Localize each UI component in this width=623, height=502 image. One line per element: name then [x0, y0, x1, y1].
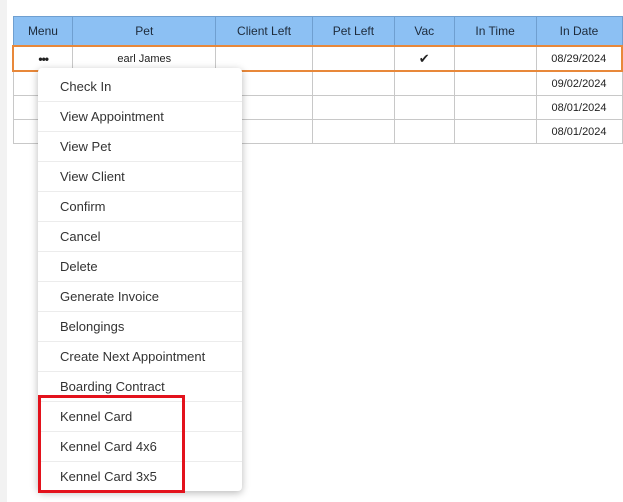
pet-left-cell [311, 70, 395, 96]
vac-cell [393, 95, 455, 120]
checkmark-icon: ✔ [418, 50, 430, 66]
col-header-in-date[interactable]: In Date [535, 16, 623, 47]
menu-item-view-appointment[interactable]: View Appointment [38, 102, 242, 132]
vac-cell [393, 119, 455, 144]
in-time-cell [453, 70, 537, 96]
pet-left-cell [311, 119, 395, 144]
col-header-pet-left[interactable]: Pet Left [311, 16, 395, 47]
row-context-menu: Check In View Appointment View Pet View … [38, 68, 242, 491]
col-header-client-left[interactable]: Client Left [215, 16, 313, 47]
menu-item-boarding-contract[interactable]: Boarding Contract [38, 372, 242, 402]
menu-item-kennel-card[interactable]: Kennel Card [38, 402, 242, 432]
col-header-pet[interactable]: Pet [72, 16, 217, 47]
grid-header-row: Menu Pet Client Left Pet Left Vac In Tim… [12, 16, 623, 47]
vac-cell: ✔ [393, 45, 455, 72]
menu-item-cancel[interactable]: Cancel [38, 222, 242, 252]
in-date-cell: 08/29/2024 [535, 45, 623, 72]
menu-item-kennel-card-3x5[interactable]: Kennel Card 3x5 [38, 462, 242, 491]
menu-item-generate-invoice[interactable]: Generate Invoice [38, 282, 242, 312]
vac-cell [393, 70, 455, 96]
menu-item-create-next-appointment[interactable]: Create Next Appointment [38, 342, 242, 372]
pet-left-cell [311, 45, 395, 72]
in-date-cell: 09/02/2024 [535, 70, 623, 96]
menu-item-delete[interactable]: Delete [38, 252, 242, 282]
in-time-cell [453, 45, 537, 72]
menu-item-confirm[interactable]: Confirm [38, 192, 242, 222]
menu-item-belongings[interactable]: Belongings [38, 312, 242, 342]
menu-item-view-pet[interactable]: View Pet [38, 132, 242, 162]
in-time-cell [453, 119, 537, 144]
pet-left-cell [311, 95, 395, 120]
in-date-cell: 08/01/2024 [535, 119, 623, 144]
menu-item-check-in[interactable]: Check In [38, 72, 242, 102]
in-date-cell: 08/01/2024 [535, 95, 623, 120]
menu-item-view-client[interactable]: View Client [38, 162, 242, 192]
in-time-cell [453, 95, 537, 120]
col-header-in-time[interactable]: In Time [453, 16, 537, 47]
menu-item-kennel-card-4x6[interactable]: Kennel Card 4x6 [38, 432, 242, 462]
more-dots-icon[interactable]: ••• [38, 52, 49, 66]
col-header-menu[interactable]: Menu [12, 16, 74, 47]
col-header-vac[interactable]: Vac [393, 16, 455, 47]
left-gutter [0, 0, 7, 502]
